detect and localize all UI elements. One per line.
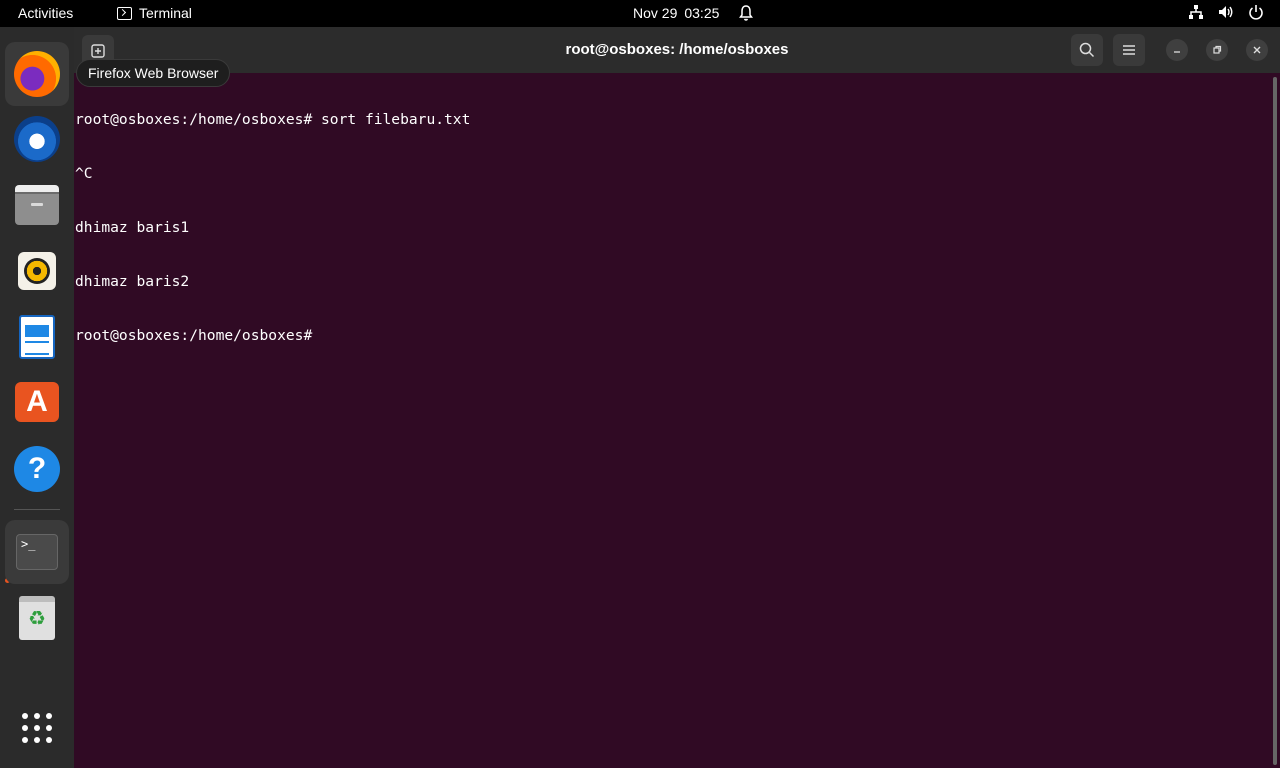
power-icon <box>1249 5 1263 20</box>
dock-item-help[interactable]: ? <box>5 437 69 501</box>
volume-icon <box>1219 6 1233 18</box>
restore-icon <box>1213 45 1222 54</box>
terminal-scrollbar[interactable] <box>1273 77 1277 765</box>
top-bar: Activities Terminal Nov 29 03:25 <box>0 0 1280 27</box>
trash-icon: ♻ <box>19 596 55 640</box>
terminal-line: dhimaz baris2 <box>75 273 190 290</box>
terminal-prompt: root@osboxes:/home/osboxes# <box>75 327 313 344</box>
terminal-window: root@osboxes: /home/osboxes root@osboxes… <box>74 27 1280 768</box>
app-menu-label: Terminal <box>139 5 192 21</box>
search-button[interactable] <box>1071 34 1103 66</box>
close-icon <box>1253 46 1261 54</box>
app-center-icon: A <box>15 382 59 422</box>
close-button[interactable] <box>1246 39 1268 61</box>
dock-item-firefox[interactable] <box>5 42 69 106</box>
dock-item-writer[interactable] <box>5 305 69 369</box>
help-icon: ? <box>14 446 60 492</box>
terminal-icon <box>117 6 132 20</box>
dock-item-rhythmbox[interactable] <box>5 239 69 303</box>
terminal-output[interactable]: root@osboxes:/home/osboxes# sort filebar… <box>75 75 1267 765</box>
firefox-icon <box>14 51 60 97</box>
network-icon <box>1189 5 1203 19</box>
terminal-icon: >_ <box>16 534 58 570</box>
show-apps-icon <box>22 713 52 743</box>
dock-item-terminal[interactable]: >_ <box>5 520 69 584</box>
clock[interactable]: Nov 29 03:25 <box>633 5 719 21</box>
dock-item-thunderbird[interactable] <box>5 107 69 171</box>
clock-time: 03:25 <box>684 5 720 21</box>
terminal-line: ^C <box>75 165 93 182</box>
thunderbird-icon <box>14 116 60 162</box>
dock-item-trash[interactable]: ♻ <box>5 586 69 650</box>
dock-item-app-center[interactable]: A <box>5 370 69 434</box>
files-icon <box>15 185 59 225</box>
hamburger-menu-icon <box>1123 45 1135 55</box>
app-menu[interactable]: Terminal <box>117 5 192 21</box>
libreoffice-writer-icon <box>19 315 55 359</box>
dock-item-files[interactable] <box>5 173 69 237</box>
dock-tooltip: Firefox Web Browser <box>76 59 231 87</box>
terminal-line: root@osboxes:/home/osboxes# sort filebar… <box>75 111 471 128</box>
system-tray[interactable] <box>1188 4 1264 20</box>
show-apps-button[interactable] <box>5 696 69 760</box>
terminal-line: dhimaz baris1 <box>75 219 190 236</box>
activities-button[interactable]: Activities <box>18 5 73 21</box>
dock-separator <box>14 509 60 510</box>
header-bar: root@osboxes: /home/osboxes <box>74 27 1280 73</box>
clock-date: Nov 29 <box>633 5 678 21</box>
maximize-button[interactable] <box>1206 39 1228 61</box>
minimize-icon <box>1174 51 1180 53</box>
minimize-button[interactable] <box>1166 39 1188 61</box>
notification-bell-icon <box>739 5 753 21</box>
menu-button[interactable] <box>1113 34 1145 66</box>
dock: A ? >_ ♻ <box>0 27 74 768</box>
search-icon <box>1079 42 1095 58</box>
rhythmbox-icon <box>18 252 56 290</box>
